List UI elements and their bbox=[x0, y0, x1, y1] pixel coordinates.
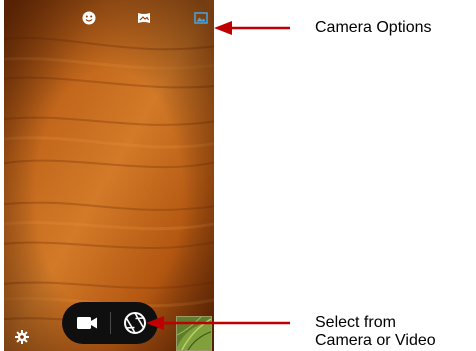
select-from-label: Select from bbox=[315, 314, 396, 331]
select-mode-arrow bbox=[146, 316, 290, 330]
page: ▁▁▁▁▁ ▁▁ ▁▁▁▁ ▁▁▁ bbox=[0, 0, 476, 351]
camera-or-video-label: Camera or Video bbox=[315, 332, 436, 349]
camera-options-label: Camera Options bbox=[315, 19, 432, 36]
